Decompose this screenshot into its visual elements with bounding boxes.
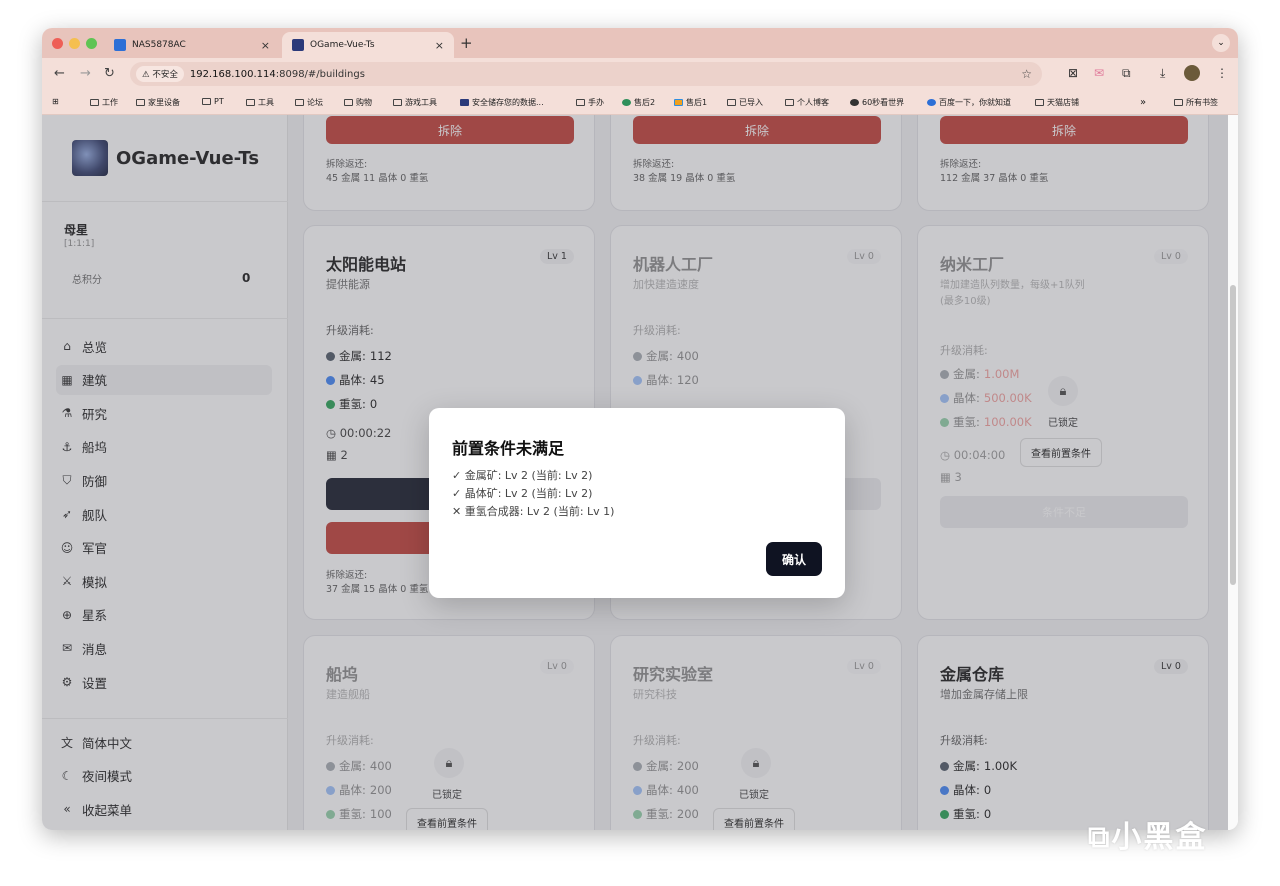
- folder-icon: [576, 99, 585, 106]
- bookmark-item[interactable]: 百度一下，你就知道: [927, 97, 1011, 108]
- url-host: 192.168.100.114: [189, 68, 276, 80]
- apps-grid-icon[interactable]: ⊞: [52, 97, 59, 106]
- forward-arrow-icon[interactable]: →: [80, 66, 91, 81]
- all-bookmarks-button[interactable]: 所有书签: [1174, 97, 1218, 108]
- app-page: OGame-Vue-Ts 母星 [1:1:1] 总积分 0 ⌂ 总览 ▦ 建筑 ⚗ 研究 ⚓…: [42, 115, 1228, 830]
- bookmark-favicon-icon: [850, 99, 859, 106]
- star-icon[interactable]: ☆: [1021, 67, 1032, 81]
- minimize-window-button[interactable]: [69, 38, 80, 49]
- bookmark-label: 天猫店铺: [1047, 98, 1079, 107]
- close-window-button[interactable]: [52, 38, 63, 49]
- url-path: :8098/#/buildings: [275, 68, 365, 80]
- bookmark-item[interactable]: 已导入: [727, 97, 763, 108]
- extensions-puzzle-icon[interactable]: ⧉: [1122, 66, 1131, 81]
- page-scrollbar[interactable]: [1228, 115, 1238, 830]
- bookmark-item[interactable]: 安全储存您的数据...: [460, 97, 544, 108]
- tab-title: NAS5878AC: [132, 40, 186, 50]
- bookmark-item[interactable]: 家里设备: [136, 97, 180, 108]
- watermark-text: 小黑盒: [1111, 820, 1208, 855]
- bookmark-label: 工具: [258, 98, 274, 107]
- tab-search-chevron-icon[interactable]: ⌄: [1212, 34, 1230, 52]
- tab-close-icon[interactable]: ×: [261, 39, 270, 52]
- security-chip[interactable]: ⚠ 不安全: [136, 66, 184, 82]
- bookmark-item[interactable]: 游戏工具: [393, 97, 437, 108]
- bookmark-label: 论坛: [307, 98, 323, 107]
- bookmark-item[interactable]: 工作: [90, 97, 118, 108]
- bookmark-favicon-icon: [927, 99, 936, 106]
- folder-icon: [1035, 99, 1044, 106]
- bookmark-label: 百度一下，你就知道: [939, 98, 1011, 107]
- bookmark-label: 手办: [588, 98, 604, 107]
- bookmark-favicon-icon: [674, 99, 683, 106]
- folder-icon: [246, 99, 255, 106]
- bookmark-label: 60秒看世界: [862, 98, 905, 107]
- bookmark-item[interactable]: PT: [202, 97, 224, 106]
- new-tab-button[interactable]: +: [460, 34, 473, 52]
- reload-icon[interactable]: ↻: [104, 66, 115, 81]
- more-bookmarks-button[interactable]: »: [1140, 97, 1146, 108]
- bookmark-item[interactable]: 工具: [246, 97, 274, 108]
- bookmark-item[interactable]: 天猫店铺: [1035, 97, 1079, 108]
- folder-icon: [785, 99, 794, 106]
- address-toolbar: ← → ↻ ⚠ 不安全 192.168.100.114:8098/#/build…: [42, 58, 1238, 91]
- bookmark-favicon-icon: [460, 99, 469, 106]
- bookmark-item[interactable]: 60秒看世界: [850, 97, 904, 108]
- nas-favicon-icon: [114, 39, 126, 51]
- extension-icon[interactable]: ⊠: [1068, 66, 1078, 80]
- profile-avatar[interactable]: [1184, 65, 1200, 81]
- ogame-favicon-icon: [292, 39, 304, 51]
- bookmark-label: 工作: [102, 98, 118, 107]
- watermark-logo: ⧉小黑盒: [1088, 820, 1208, 855]
- folder-icon: [393, 99, 402, 106]
- bookmark-label: 售后1: [686, 98, 708, 107]
- browser-window: NAS5878AC × OGame-Vue-Ts × + ⌄ ← → ↻ ⚠ 不…: [42, 28, 1238, 830]
- folder-icon: [90, 99, 99, 106]
- tab-ogame[interactable]: OGame-Vue-Ts ×: [282, 32, 454, 58]
- bookmark-label: 游戏工具: [405, 98, 437, 107]
- bookmark-item[interactable]: 售后1: [674, 97, 707, 108]
- prereq-line: ✕ 重氢合成器: Lv 2 (当前: Lv 1): [452, 505, 615, 518]
- security-label: 不安全: [152, 70, 178, 80]
- prereq-line: ✓ 晶体矿: Lv 2 (当前: Lv 2): [452, 487, 593, 500]
- scrollbar-thumb[interactable]: [1230, 285, 1236, 585]
- extension-pink-icon[interactable]: ✉: [1094, 66, 1104, 80]
- dialog-title: 前置条件未满足: [452, 439, 565, 458]
- tab-bar: NAS5878AC × OGame-Vue-Ts × + ⌄: [42, 28, 1238, 58]
- omnibox[interactable]: ⚠ 不安全 192.168.100.114:8098/#/buildings ☆: [130, 62, 1042, 86]
- back-arrow-icon[interactable]: ←: [54, 66, 65, 81]
- folder-icon: [202, 98, 211, 105]
- prereq-line: ✓ 金属矿: Lv 2 (当前: Lv 2): [452, 469, 593, 482]
- bookmark-label: 已导入: [739, 98, 763, 107]
- bookmark-label: 所有书签: [1186, 98, 1218, 107]
- bookmark-item[interactable]: 售后2: [622, 97, 655, 108]
- bookmark-label: PT: [214, 97, 224, 106]
- more-menu-icon[interactable]: ⋮: [1216, 66, 1228, 80]
- tab-title: OGame-Vue-Ts: [310, 40, 375, 50]
- bookmark-item[interactable]: 个人博客: [785, 97, 829, 108]
- bookmark-favicon-icon: [622, 99, 631, 106]
- maximize-window-button[interactable]: [86, 38, 97, 49]
- folder-icon: [344, 99, 353, 106]
- bookmark-label: 安全储存您的数据...: [472, 98, 544, 107]
- bookmark-item[interactable]: 购物: [344, 97, 372, 108]
- confirm-button[interactable]: 确认: [766, 542, 822, 576]
- bookmarks-bar: ⊞ 工作 家里设备 PT 工具 论坛 购物 游戏工具 安全储存您的数据... 手…: [42, 91, 1238, 115]
- bookmark-item[interactable]: 手办: [576, 97, 604, 108]
- bookmark-label: 购物: [356, 98, 372, 107]
- folder-icon: [727, 99, 736, 106]
- folder-icon: [295, 99, 304, 106]
- bookmark-item[interactable]: 论坛: [295, 97, 323, 108]
- tab-nas[interactable]: NAS5878AC ×: [104, 32, 280, 58]
- tab-close-icon[interactable]: ×: [435, 39, 444, 52]
- download-icon[interactable]: ⤓: [1160, 66, 1165, 81]
- folder-icon: [1174, 99, 1183, 106]
- bookmark-label: 个人博客: [797, 98, 829, 107]
- bookmark-label: 家里设备: [148, 98, 180, 107]
- prereq-dialog: 前置条件未满足 ✓ 金属矿: Lv 2 (当前: Lv 2) ✓ 晶体矿: Lv…: [429, 408, 845, 598]
- folder-icon: [136, 99, 145, 106]
- bookmark-label: 售后2: [634, 98, 656, 107]
